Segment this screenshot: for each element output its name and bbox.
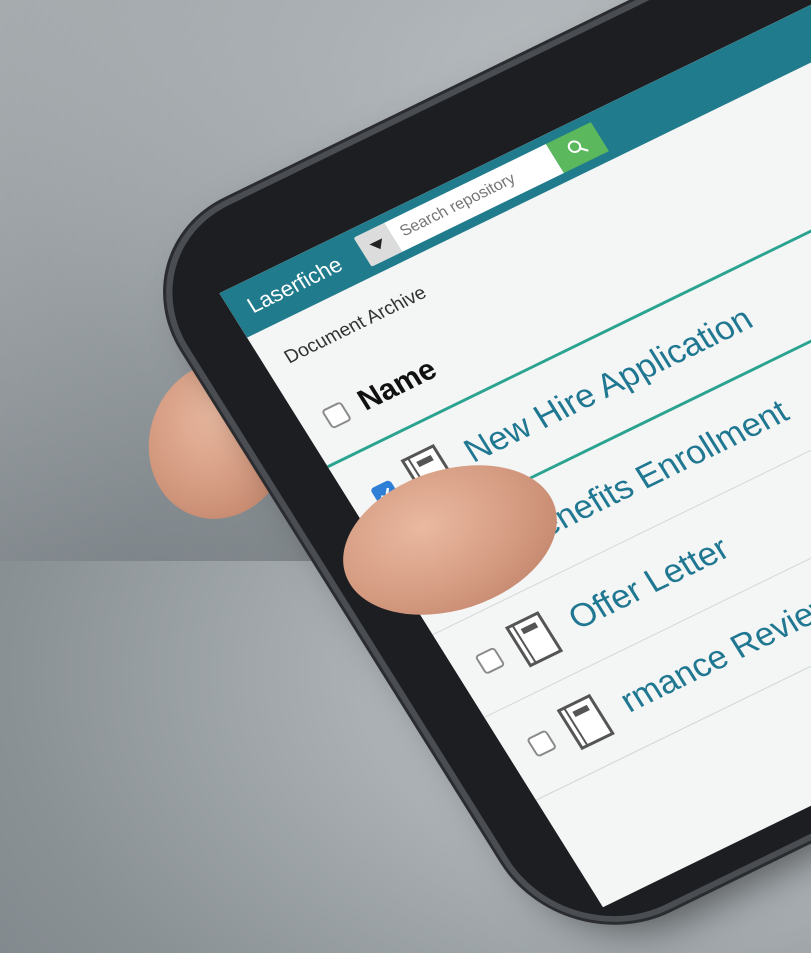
document-icon	[556, 693, 615, 751]
caret-down-icon	[368, 238, 387, 252]
search-icon	[567, 140, 589, 154]
search-input[interactable]	[383, 144, 564, 253]
brand-logo: Laserfiche	[242, 251, 347, 318]
row-checkbox[interactable]	[525, 729, 558, 758]
column-header-name[interactable]: Name	[352, 353, 444, 418]
select-all-checkbox[interactable]	[320, 401, 353, 430]
row-checkbox[interactable]	[474, 646, 506, 675]
document-icon	[504, 611, 564, 668]
